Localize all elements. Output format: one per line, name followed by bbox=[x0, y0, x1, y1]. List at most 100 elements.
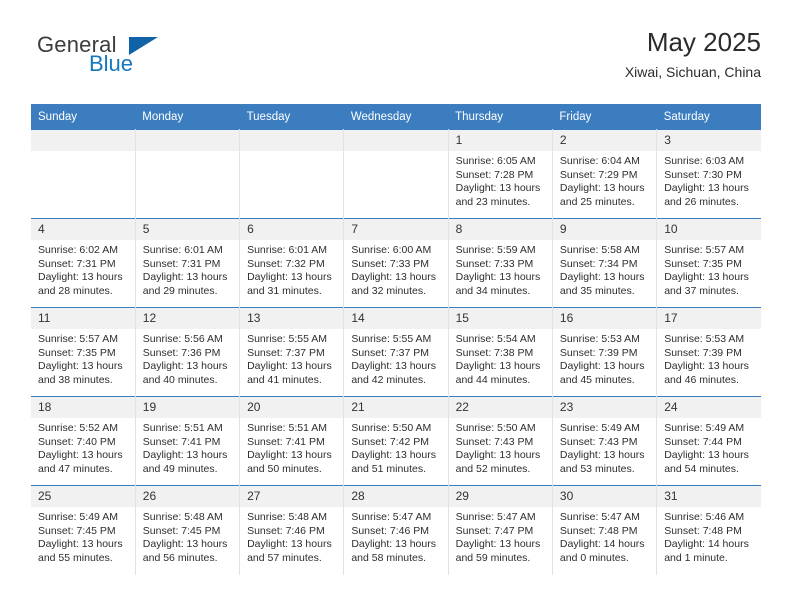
day-number: 30 bbox=[552, 486, 657, 507]
sunset-time: Sunset: 7:33 PM bbox=[351, 257, 429, 270]
day-details: Sunrise: 6:03 AM Sunset: 7:30 PM Daylight:… bbox=[657, 151, 761, 209]
daylight-duration-line2: and 55 minutes. bbox=[38, 551, 113, 564]
daylight-duration-line2: and 32 minutes. bbox=[351, 284, 427, 297]
calendar-day-cell[interactable]: 16 Sunrise: 5:53 AM Sunset: 7:39 PM Dayligh… bbox=[551, 307, 658, 397]
day-details: Sunrise: 6:02 AM Sunset: 7:31 PM Daylight:… bbox=[31, 240, 135, 298]
calendar-day-cell[interactable]: 23 Sunrise: 5:49 AM Sunset: 7:43 PM Dayligh… bbox=[551, 396, 658, 486]
calendar-day-cell[interactable]: 15 Sunrise: 5:54 AM Sunset: 7:38 PM Dayligh… bbox=[447, 307, 553, 397]
calendar-day-cell[interactable]: 6 Sunrise: 6:01 AM Sunset: 7:32 PM Daylight… bbox=[239, 218, 345, 308]
sunrise-time: Sunrise: 5:59 AM bbox=[455, 244, 536, 256]
calendar-day-cell[interactable]: 7 Sunrise: 6:00 AM Sunset: 7:33 PM Daylight… bbox=[343, 218, 449, 308]
calendar-cell-empty bbox=[134, 129, 241, 219]
day-details: Sunrise: 5:48 AM Sunset: 7:45 PM Daylight:… bbox=[136, 507, 239, 565]
calendar-day-cell[interactable]: 28 Sunrise: 5:47 AM Sunset: 7:46 PM Dayligh… bbox=[343, 485, 449, 575]
day-details: Sunrise: 5:57 AM Sunset: 7:35 PM Daylight:… bbox=[657, 240, 761, 298]
day-details: Sunrise: 6:00 AM Sunset: 7:33 PM Daylight:… bbox=[344, 240, 447, 298]
day-number: 7 bbox=[344, 219, 448, 240]
daylight-duration-line1: Daylight: 13 hours bbox=[38, 449, 123, 462]
day-number: 31 bbox=[657, 486, 761, 507]
day-details: Sunrise: 5:54 AM Sunset: 7:38 PM Daylight:… bbox=[449, 329, 552, 387]
calendar-day-cell[interactable]: 29 Sunrise: 5:47 AM Sunset: 7:47 PM Dayligh… bbox=[447, 485, 553, 575]
day-details: Sunrise: 6:01 AM Sunset: 7:31 PM Daylight:… bbox=[136, 240, 239, 298]
calendar-day-cell[interactable]: 4 Sunrise: 6:02 AM Sunset: 7:31 PM Daylight… bbox=[31, 218, 136, 308]
daylight-duration-line2: and 25 minutes. bbox=[559, 195, 635, 208]
sunset-time: Sunset: 7:39 PM bbox=[664, 346, 742, 359]
sunrise-time: Sunrise: 5:48 AM bbox=[142, 511, 223, 523]
day-number: 20 bbox=[240, 397, 344, 418]
day-number: 16 bbox=[552, 308, 657, 329]
calendar-day-cell[interactable]: 11 Sunrise: 5:57 AM Sunset: 7:35 PM Dayligh… bbox=[31, 307, 136, 397]
calendar-day-cell[interactable]: 22 Sunrise: 5:50 AM Sunset: 7:43 PM Dayligh… bbox=[447, 396, 553, 486]
sunrise-time: Sunrise: 5:56 AM bbox=[142, 333, 223, 345]
day-details: Sunrise: 5:53 AM Sunset: 7:39 PM Daylight:… bbox=[553, 329, 656, 387]
daylight-duration-line1: Daylight: 14 hours bbox=[664, 538, 749, 551]
calendar-day-cell[interactable]: 9 Sunrise: 5:58 AM Sunset: 7:34 PM Daylight… bbox=[551, 218, 658, 308]
calendar-day-cell[interactable]: 18 Sunrise: 5:52 AM Sunset: 7:40 PM Dayligh… bbox=[31, 396, 136, 486]
daylight-duration-line1: Daylight: 13 hours bbox=[351, 449, 436, 462]
sunrise-time: Sunrise: 5:48 AM bbox=[247, 511, 328, 523]
sunset-time: Sunset: 7:35 PM bbox=[664, 257, 742, 270]
sunset-time: Sunset: 7:32 PM bbox=[247, 257, 325, 270]
daylight-duration-line2: and 54 minutes. bbox=[664, 462, 739, 475]
calendar-day-cell[interactable]: 31 Sunrise: 5:46 AM Sunset: 7:48 PM Dayligh… bbox=[656, 485, 761, 575]
day-details: Sunrise: 5:50 AM Sunset: 7:43 PM Daylight:… bbox=[449, 418, 552, 476]
daylight-duration-line1: Daylight: 13 hours bbox=[38, 538, 123, 551]
sunset-time: Sunset: 7:46 PM bbox=[351, 524, 429, 537]
day-details: Sunrise: 6:04 AM Sunset: 7:29 PM Daylight:… bbox=[553, 151, 656, 209]
day-number bbox=[135, 130, 240, 151]
calendar-day-cell[interactable]: 30 Sunrise: 5:47 AM Sunset: 7:48 PM Dayligh… bbox=[551, 485, 658, 575]
sunset-time: Sunset: 7:36 PM bbox=[142, 346, 221, 359]
daylight-duration-line1: Daylight: 13 hours bbox=[247, 360, 332, 373]
day-details: Sunrise: 5:48 AM Sunset: 7:46 PM Daylight:… bbox=[240, 507, 343, 565]
general-blue-logo[interactable]: General Blue bbox=[31, 32, 251, 88]
calendar-day-cell[interactable]: 24 Sunrise: 5:49 AM Sunset: 7:44 PM Dayligh… bbox=[656, 396, 761, 486]
daylight-duration-line1: Daylight: 13 hours bbox=[455, 360, 541, 373]
daylight-duration-line1: Daylight: 13 hours bbox=[455, 538, 541, 551]
day-number: 24 bbox=[657, 397, 761, 418]
calendar-day-cell[interactable]: 19 Sunrise: 5:51 AM Sunset: 7:41 PM Dayligh… bbox=[134, 396, 241, 486]
daylight-duration-line2: and 0 minutes. bbox=[559, 551, 629, 564]
calendar-day-cell[interactable]: 8 Sunrise: 5:59 AM Sunset: 7:33 PM Daylight… bbox=[447, 218, 553, 308]
sunrise-time: Sunrise: 6:00 AM bbox=[351, 244, 432, 256]
sunset-time: Sunset: 7:43 PM bbox=[455, 435, 534, 448]
daylight-duration-line1: Daylight: 13 hours bbox=[142, 360, 228, 373]
calendar-day-cell[interactable]: 3 Sunrise: 6:03 AM Sunset: 7:30 PM Daylight… bbox=[656, 129, 761, 219]
day-details: Sunrise: 5:47 AM Sunset: 7:48 PM Daylight:… bbox=[553, 507, 656, 565]
calendar-day-cell[interactable]: 12 Sunrise: 5:56 AM Sunset: 7:36 PM Dayligh… bbox=[134, 307, 241, 397]
calendar-day-cell[interactable]: 13 Sunrise: 5:55 AM Sunset: 7:37 PM Dayligh… bbox=[239, 307, 345, 397]
sunrise-time: Sunrise: 5:57 AM bbox=[664, 244, 745, 256]
sunrise-time: Sunrise: 5:55 AM bbox=[351, 333, 432, 345]
sunset-time: Sunset: 7:43 PM bbox=[559, 435, 638, 448]
day-details: Sunrise: 5:55 AM Sunset: 7:37 PM Daylight:… bbox=[344, 329, 447, 387]
sunrise-time: Sunrise: 5:49 AM bbox=[38, 511, 118, 523]
calendar-day-cell[interactable]: 20 Sunrise: 5:51 AM Sunset: 7:41 PM Dayligh… bbox=[239, 396, 345, 486]
calendar-day-cell[interactable]: 5 Sunrise: 6:01 AM Sunset: 7:31 PM Daylight… bbox=[134, 218, 241, 308]
calendar-day-cell[interactable]: 27 Sunrise: 5:48 AM Sunset: 7:46 PM Dayligh… bbox=[239, 485, 345, 575]
weekday-header-sunday: Sunday bbox=[31, 104, 136, 130]
calendar-day-cell[interactable]: 1 Sunrise: 6:05 AM Sunset: 7:28 PM Daylight… bbox=[447, 129, 553, 219]
calendar-day-cell[interactable]: 14 Sunrise: 5:55 AM Sunset: 7:37 PM Dayligh… bbox=[343, 307, 449, 397]
calendar-day-cell[interactable]: 21 Sunrise: 5:50 AM Sunset: 7:42 PM Dayligh… bbox=[343, 396, 449, 486]
day-number: 19 bbox=[135, 397, 240, 418]
calendar-day-cell[interactable]: 10 Sunrise: 5:57 AM Sunset: 7:35 PM Dayligh… bbox=[656, 218, 761, 308]
day-number: 5 bbox=[135, 219, 240, 240]
sunrise-time: Sunrise: 5:51 AM bbox=[247, 422, 328, 434]
daylight-duration-line2: and 31 minutes. bbox=[247, 284, 322, 297]
calendar-day-cell[interactable]: 2 Sunrise: 6:04 AM Sunset: 7:29 PM Daylight… bbox=[551, 129, 658, 219]
calendar-day-cell[interactable]: 25 Sunrise: 5:49 AM Sunset: 7:45 PM Dayligh… bbox=[31, 485, 136, 575]
calendar-week-row: 18 Sunrise: 5:52 AM Sunset: 7:40 PM Dayligh… bbox=[31, 396, 761, 486]
calendar-day-cell[interactable]: 26 Sunrise: 5:48 AM Sunset: 7:45 PM Dayligh… bbox=[134, 485, 241, 575]
day-details: Sunrise: 5:56 AM Sunset: 7:36 PM Daylight:… bbox=[136, 329, 239, 387]
day-number: 21 bbox=[344, 397, 448, 418]
daylight-duration-line2: and 47 minutes. bbox=[38, 462, 113, 475]
calendar-day-cell[interactable]: 17 Sunrise: 5:53 AM Sunset: 7:39 PM Dayligh… bbox=[656, 307, 761, 397]
daylight-duration-line1: Daylight: 13 hours bbox=[455, 271, 541, 284]
day-number bbox=[31, 130, 135, 151]
daylight-duration-line1: Daylight: 13 hours bbox=[559, 271, 645, 284]
calendar-cell-empty bbox=[239, 129, 345, 219]
day-number: 2 bbox=[552, 130, 657, 151]
day-details: Sunrise: 5:51 AM Sunset: 7:41 PM Daylight:… bbox=[136, 418, 239, 476]
day-details: Sunrise: 5:47 AM Sunset: 7:46 PM Daylight:… bbox=[344, 507, 447, 565]
day-details: Sunrise: 5:49 AM Sunset: 7:45 PM Daylight:… bbox=[31, 507, 135, 565]
calendar-week-row: 11 Sunrise: 5:57 AM Sunset: 7:35 PM Dayligh… bbox=[31, 307, 761, 397]
